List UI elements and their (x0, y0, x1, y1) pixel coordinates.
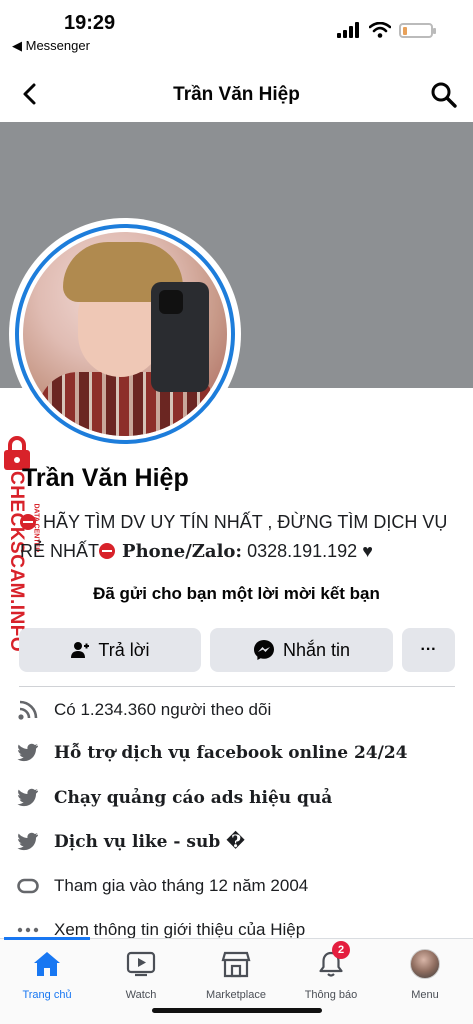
more-options-button[interactable]: ··· (402, 628, 455, 672)
tab-watch[interactable]: Watch (94, 947, 188, 1001)
rss-icon (16, 698, 40, 722)
tab-label: Thông báo (304, 989, 358, 1001)
tab-marketplace[interactable]: Marketplace (189, 947, 283, 1001)
info-text: Hỗ trợ dịch vụ facebook online 24/24 (54, 743, 408, 763)
watch-icon (124, 947, 158, 981)
marketplace-icon (219, 947, 253, 981)
info-text: Tham gia vào tháng 12 năm 2004 (54, 876, 309, 895)
back-to-messenger-link[interactable]: ◀ Messenger (12, 38, 90, 54)
tab-label: Marketplace (206, 989, 266, 1001)
twitter-icon (16, 786, 40, 810)
notification-badge: 2 (332, 941, 350, 959)
profile-bio: HÃY TÌM DV UY TÍN NHẤT , ĐỪNG TÌM DỊCH V… (20, 508, 465, 566)
status-bar: 19:29 ◀ Messenger (0, 0, 473, 60)
bell-icon: 2 (314, 941, 350, 981)
profile-avatar[interactable] (9, 218, 241, 450)
twitter-icon (16, 830, 40, 854)
info-link[interactable]: Hỗ trợ dịch vụ facebook online 24/24 (16, 741, 408, 765)
person-icon (71, 642, 90, 658)
reply-button[interactable]: Trả lời (19, 628, 201, 672)
wifi-icon (369, 22, 391, 38)
divider (19, 686, 455, 687)
info-joined: Tham gia vào tháng 12 năm 2004 (16, 874, 308, 898)
joined-icon (16, 874, 40, 898)
battery-icon (399, 22, 436, 38)
profile-nav-bar: Trần Văn Hiệp (0, 70, 473, 120)
friend-request-notice: Đã gửi cho bạn một lời mời kết bạn (93, 584, 380, 603)
tab-home[interactable]: Trang chủ (0, 947, 94, 1001)
info-link[interactable]: Dịch vụ like - sub � (16, 830, 245, 854)
message-button-label: Nhắn tin (282, 639, 351, 660)
info-text: Chạy quảng cáo ads hiệu quả (54, 788, 333, 808)
message-button[interactable]: Nhắn tin (210, 628, 393, 672)
more-dots-icon: ··· (420, 641, 437, 658)
bio-phone-label: Phone/Zalo: (122, 541, 243, 562)
reply-button-label: Trả lời (98, 639, 150, 660)
no-entry-icon (99, 543, 116, 559)
tab-label: Watch (125, 989, 157, 1001)
nav-title: Trần Văn Hiệp (173, 84, 300, 105)
signal-icon (337, 22, 359, 38)
tab-label: Trang chủ (22, 989, 72, 1001)
twitter-icon (16, 741, 40, 765)
search-icon[interactable] (429, 80, 459, 110)
info-text: Có 1.234.360 người theo dõi (54, 700, 272, 719)
info-followers: Có 1.234.360 người theo dõi (16, 698, 271, 722)
menu-avatar-icon (408, 947, 442, 981)
messenger-icon (253, 640, 274, 660)
profile-name: Trần Văn Hiệp (22, 464, 189, 492)
no-entry-icon (20, 514, 36, 530)
tab-notifications[interactable]: 2 Thông báo (284, 941, 378, 1001)
status-time: 19:29 (64, 12, 116, 34)
active-tab-indicator (4, 937, 90, 940)
home-icon (30, 947, 64, 981)
avatar-photo (23, 232, 227, 436)
tab-menu[interactable]: Menu (378, 947, 472, 1001)
info-text: Dịch vụ like - sub � (54, 832, 246, 852)
status-icons (337, 22, 436, 38)
info-link[interactable]: Chạy quảng cáo ads hiệu quả (16, 786, 332, 810)
bio-line-2-start: RẺ NHẤT (20, 541, 100, 561)
bio-line-1: HÃY TÌM DV UY TÍN NHẤT , ĐỪNG TÌM DỊCH V… (38, 512, 448, 532)
home-indicator (152, 1008, 322, 1013)
tab-label: Menu (411, 989, 439, 1001)
info-text: Xem thông tin giới thiệu của Hiệp (54, 920, 306, 939)
bio-phone: 0328.191.192 ♥ (242, 541, 373, 561)
